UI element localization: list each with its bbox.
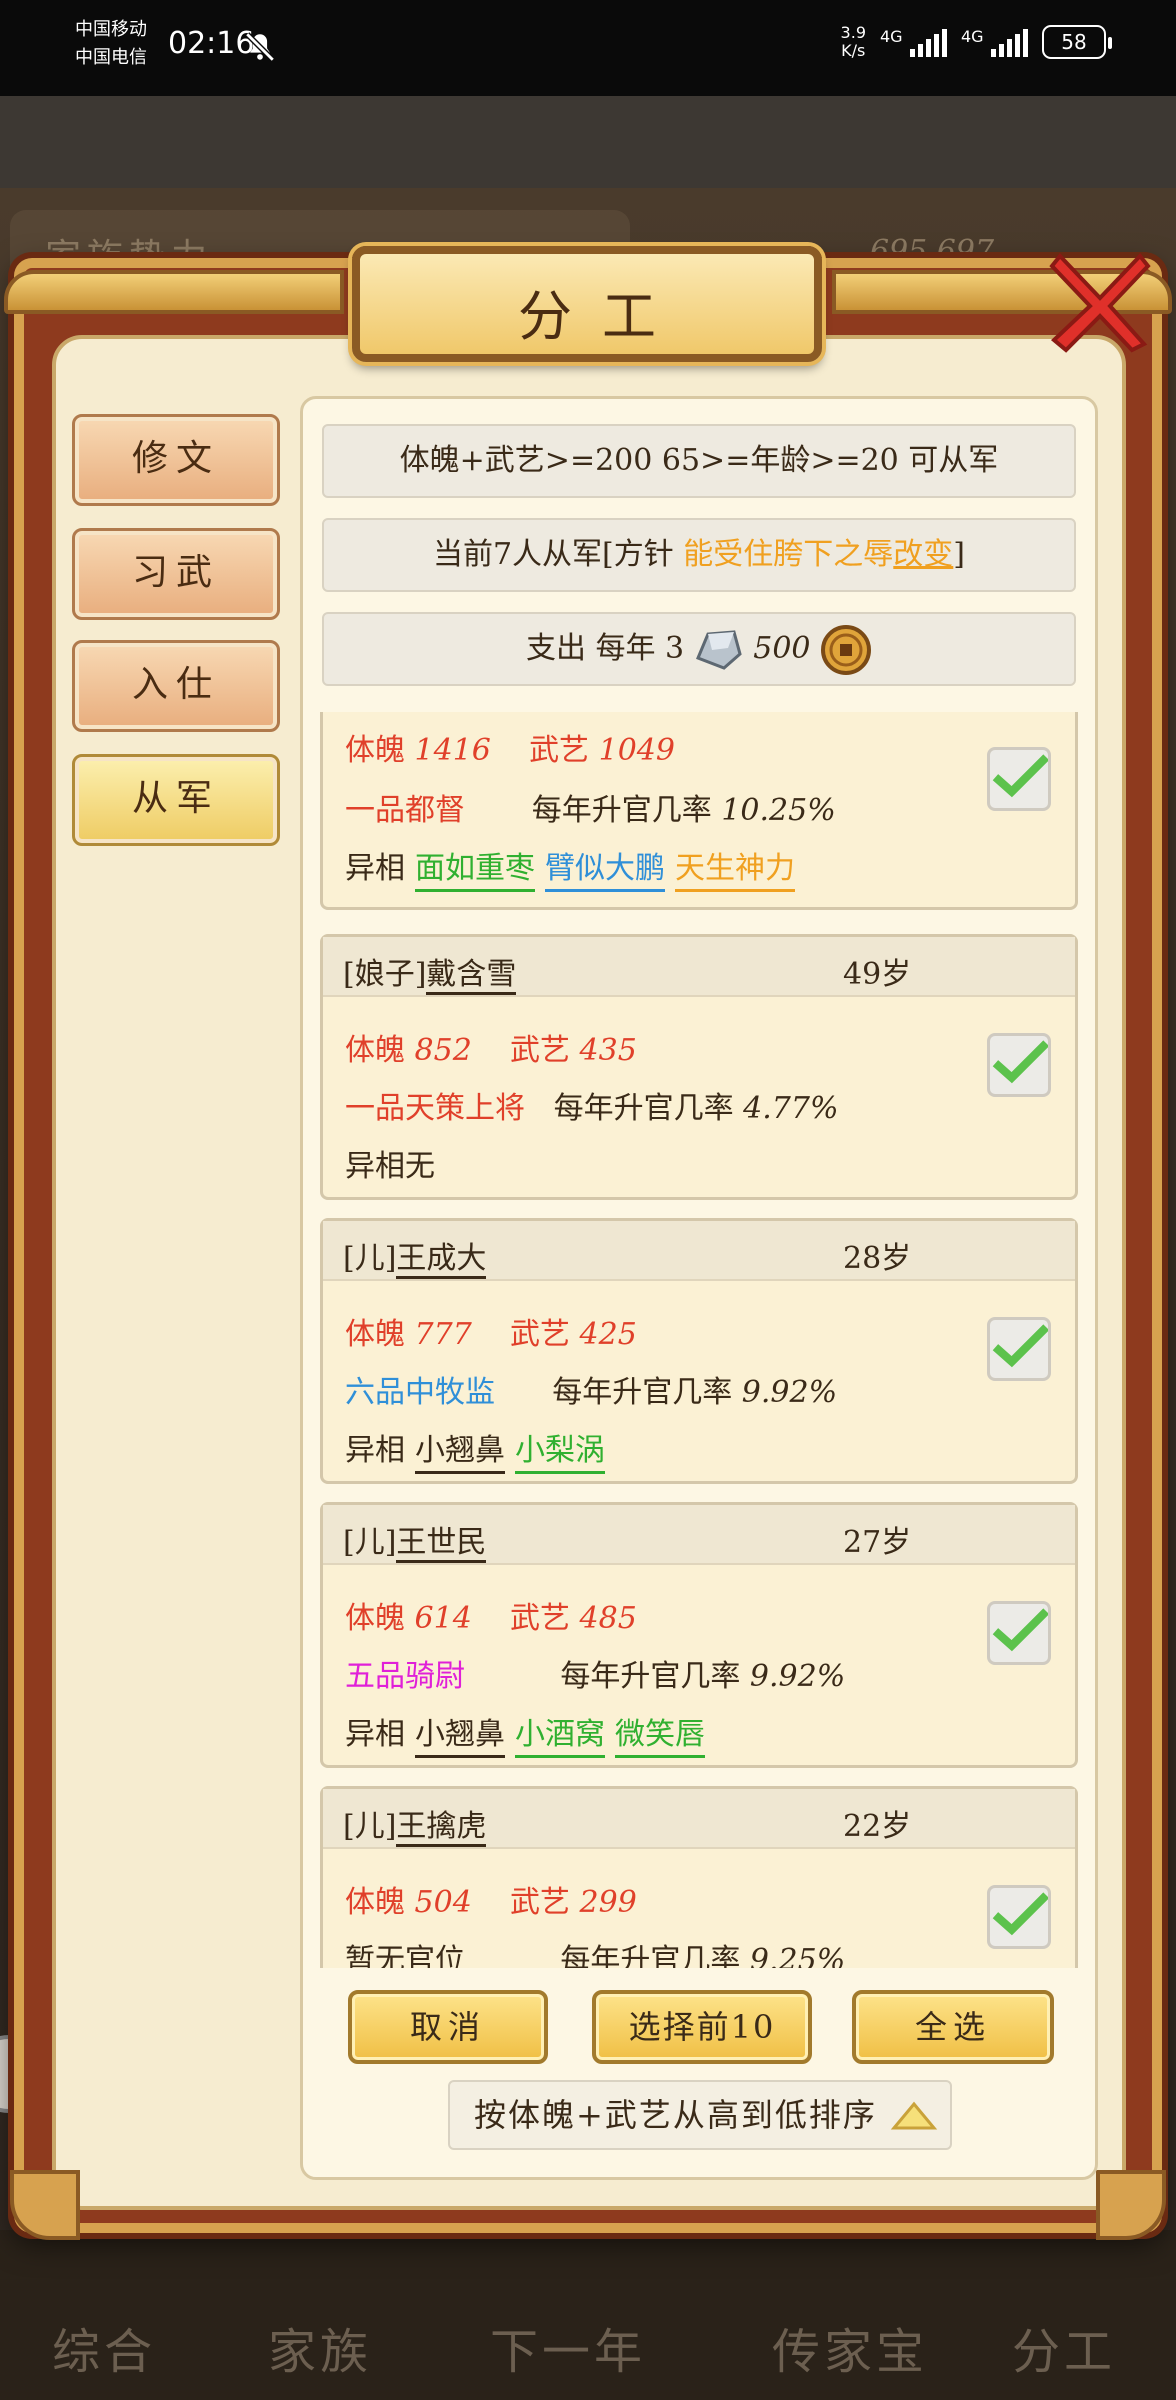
status-right: 3.9 K/s 4G 4G 58 <box>840 23 1112 60</box>
member-card: [儿]王世民 27岁 体魄 614 武艺 485 五品骑尉 每年升官几率 9.9… <box>320 1502 1078 1768</box>
requirement-row: 体魄+武艺>=200 65>=年龄>=20 可从军 <box>322 424 1076 498</box>
policy-text: 能受住胯下之辱 <box>683 537 894 572</box>
rank-line: 一品天策上将 每年升官几率 4.77% <box>345 1091 839 1126</box>
traits-line: 异相 面如重枣 臂似大鹏 天生神力 <box>345 843 795 892</box>
member-name[interactable]: 王成大 <box>396 1241 487 1279</box>
sort-up-arrow-icon <box>890 2101 938 2130</box>
stats-line: 体魄 777 武艺 425 <box>345 1317 637 1352</box>
member-card: [儿]王成大 28岁 体魄 777 武艺 425 六品中牧监 每年升官几率 9.… <box>320 1218 1078 1484</box>
select-all-button[interactable]: 全选 <box>852 1990 1054 2064</box>
tab-study[interactable]: 修文 <box>72 414 280 506</box>
expense-row: 支出 每年 3 500 <box>322 612 1076 686</box>
stats-line: 体魄 614 武艺 485 <box>345 1601 637 1636</box>
tab-military[interactable]: 从军 <box>72 754 280 846</box>
checkbox-checked-icon[interactable] <box>987 1885 1051 1949</box>
carrier-info: 中国移动 中国电信 <box>75 16 147 72</box>
policy-change-link[interactable]: 改变 <box>893 537 953 572</box>
top-banner <box>0 96 1176 188</box>
trait: 小梨涡 <box>515 1425 605 1474</box>
rank-line: 暂无官位 每年升官几率 9.25% <box>345 1935 845 1968</box>
trait: 微笑唇 <box>615 1709 705 1758</box>
checkbox-checked-icon[interactable] <box>987 747 1051 811</box>
trait: 小翘鼻 <box>415 1425 505 1474</box>
member-card: [儿]王擒虎 22岁 体魄 504 武艺 299 暂无官位 每年升官几率 9.2… <box>320 1786 1078 1968</box>
member-name[interactable]: 戴含雪 <box>426 957 517 995</box>
trait: 臂似大鹏 <box>545 843 665 892</box>
member-name[interactable]: 王擒虎 <box>396 1809 487 1847</box>
nav-heirloom[interactable]: 传家宝 <box>772 2312 928 2382</box>
dialog-header-wing-left <box>4 270 344 314</box>
member-age: 22岁 <box>843 1809 912 1844</box>
bottom-nav: 综合 家族 下一年 传家宝 分工 <box>0 2230 1176 2400</box>
member-card: 体魄 1416 武艺 1049 一品都督 每年升官几率 10.25% 异相 面如重… <box>320 712 1078 910</box>
carrier-2: 中国电信 <box>75 47 147 68</box>
silver-ingot-icon <box>695 630 742 670</box>
signal-1-icon: 4G <box>880 27 947 57</box>
mute-bell-icon <box>245 32 275 62</box>
rank: 六品中牧监 <box>345 1375 495 1410</box>
nav-division[interactable]: 分工 <box>1012 2312 1116 2382</box>
checkbox-checked-icon[interactable] <box>987 1601 1051 1665</box>
rank-line: 六品中牧监 每年升官几率 9.92% <box>345 1375 838 1410</box>
checkbox-checked-icon[interactable] <box>987 1033 1051 1097</box>
member-age: 27岁 <box>843 1525 912 1560</box>
trait: 小酒窝 <box>515 1709 605 1758</box>
cancel-button[interactable]: 取消 <box>348 1990 548 2064</box>
stats-line: 体魄 1416 武艺 1049 <box>345 733 675 768</box>
rank: 一品都督 <box>345 793 465 828</box>
nav-general[interactable]: 综合 <box>52 2312 156 2382</box>
copper-coin-icon <box>821 625 872 675</box>
signal-2-icon: 4G <box>961 27 1028 57</box>
trait: 小翘鼻 <box>415 1709 505 1758</box>
net-speed: 3.9 K/s <box>840 23 866 60</box>
status-bar: 中国移动 中国电信 02:16 3.9 K/s 4G 4G 58 <box>0 0 1176 96</box>
rank-line: 一品都督 每年升官几率 10.25% <box>345 793 836 828</box>
traits-line: 异相无 <box>345 1149 435 1184</box>
member-header: [娘子]戴含雪 49岁 <box>323 937 1075 997</box>
expense-silver: 3 <box>665 631 685 666</box>
nav-next-year[interactable]: 下一年 <box>490 2312 646 2382</box>
dialog-title-plaque: 分工 <box>352 246 822 362</box>
tab-official[interactable]: 入仕 <box>72 640 280 732</box>
carrier-1: 中国移动 <box>75 19 147 40</box>
close-icon[interactable] <box>1040 236 1160 356</box>
dialog-title: 分工 <box>518 285 686 348</box>
member-age: 49岁 <box>843 957 912 992</box>
member-card: [娘子]戴含雪 49岁 体魄 852 武艺 435 一品天策上将 每年升官几率 … <box>320 934 1078 1200</box>
sort-label: 按体魄+武艺从高到低排序 <box>474 2096 877 2134</box>
trait: 面如重枣 <box>415 843 535 892</box>
sort-button[interactable]: 按体魄+武艺从高到低排序 <box>448 2080 952 2150</box>
nav-family[interactable]: 家族 <box>268 2312 372 2382</box>
member-header: [儿]王成大 28岁 <box>323 1221 1075 1281</box>
expense-coin: 500 <box>753 631 811 666</box>
current-policy-row: 当前7人从军[方针 能受住胯下之辱改变] <box>322 518 1076 592</box>
member-age: 28岁 <box>843 1241 912 1276</box>
trait: 天生神力 <box>675 843 795 892</box>
select-top-10-button[interactable]: 选择前10 <box>592 1990 812 2064</box>
traits-line: 异相 小翘鼻 小梨涡 <box>345 1425 605 1474</box>
rank: 暂无官位 <box>345 1943 465 1968</box>
checkbox-checked-icon[interactable] <box>987 1317 1051 1381</box>
rank-line: 五品骑尉 每年升官几率 9.92% <box>345 1659 846 1694</box>
stats-line: 体魄 504 武艺 299 <box>345 1885 637 1920</box>
clock: 02:16 <box>168 26 255 61</box>
member-header: [儿]王擒虎 22岁 <box>323 1789 1075 1849</box>
traits-line: 异相 小翘鼻 小酒窝 微笑唇 <box>345 1709 705 1758</box>
member-header: [儿]王世民 27岁 <box>323 1505 1075 1565</box>
rank: 五品骑尉 <box>345 1659 465 1694</box>
battery-icon: 58 <box>1042 25 1112 59</box>
stats-line: 体魄 852 武艺 435 <box>345 1033 637 1068</box>
tab-martial[interactable]: 习武 <box>72 528 280 620</box>
member-name[interactable]: 王世民 <box>396 1525 487 1563</box>
member-list[interactable]: 体魄 1416 武艺 1049 一品都督 每年升官几率 10.25% 异相 面如重… <box>318 712 1080 1968</box>
rank: 一品天策上将 <box>345 1091 525 1126</box>
